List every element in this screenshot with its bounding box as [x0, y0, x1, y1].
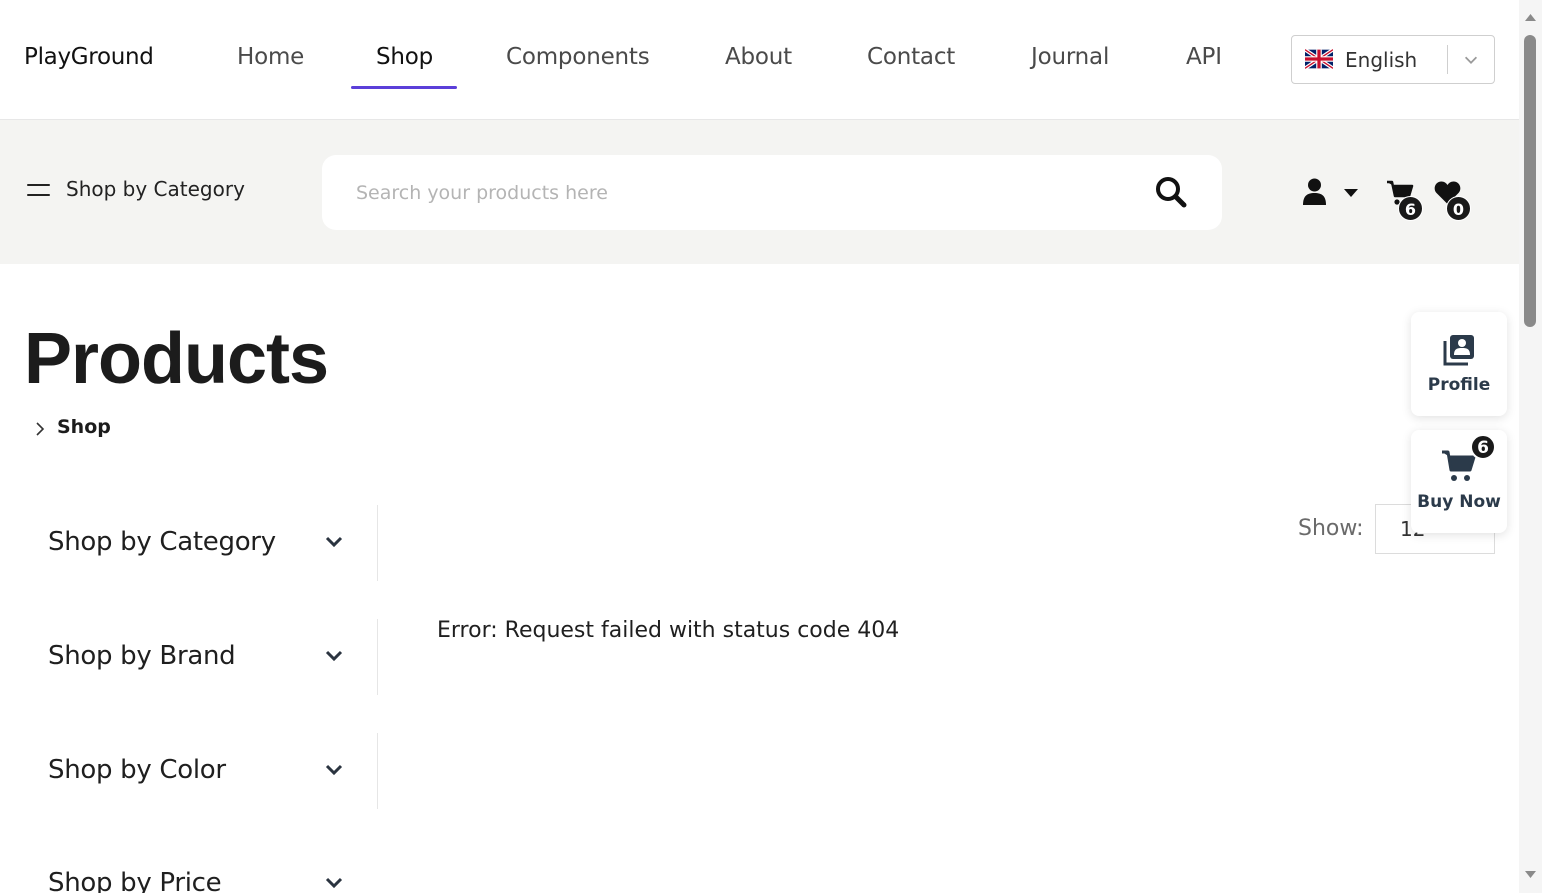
vertical-scrollbar[interactable] [1519, 0, 1542, 893]
nav-about[interactable]: About [725, 44, 792, 70]
nav-home[interactable]: Home [237, 44, 304, 70]
chevron-down-icon [325, 877, 343, 889]
caret-down-icon [1344, 189, 1358, 197]
wishlist-button[interactable]: 0 [1433, 176, 1475, 226]
page-title: Products [24, 319, 329, 399]
scrollbar-thumb[interactable] [1524, 35, 1536, 327]
account-menu-button[interactable] [1302, 178, 1364, 208]
profile-float-label: Profile [1427, 375, 1491, 395]
profile-float-button[interactable]: Profile [1411, 312, 1507, 416]
cart-button[interactable]: 6 [1386, 176, 1426, 226]
chevron-down-icon [325, 764, 343, 776]
search-input[interactable] [356, 175, 1136, 211]
filter-category[interactable]: Shop by Category [48, 505, 378, 581]
scroll-down-arrow-icon[interactable] [1524, 870, 1537, 880]
uk-flag-icon [1305, 49, 1333, 69]
scroll-up-arrow-icon[interactable] [1524, 12, 1537, 22]
search-box [322, 155, 1222, 230]
profile-icon [1443, 335, 1474, 366]
filter-brand[interactable]: Shop by Brand [48, 619, 378, 695]
search-band: Shop by Category 6 [0, 120, 1519, 264]
nav-shop[interactable]: Shop [376, 44, 433, 70]
category-toggle-label: Shop by Category [66, 177, 245, 201]
hamburger-icon [27, 184, 51, 198]
filter-price-label: Shop by Price [48, 868, 222, 893]
language-divider [1447, 45, 1448, 74]
filter-category-label: Shop by Category [48, 527, 276, 557]
chevron-right-icon [36, 422, 45, 436]
top-navbar: PlayGround Home Shop Components About Co… [0, 0, 1519, 120]
error-message: Error: Request failed with status code 4… [437, 618, 900, 643]
filter-brand-label: Shop by Brand [48, 641, 236, 671]
buy-now-float-label: Buy Now [1417, 492, 1501, 512]
filter-price[interactable]: Shop by Price [48, 846, 378, 893]
show-count-label: Show: [1298, 516, 1364, 541]
breadcrumb-current[interactable]: Shop [57, 416, 111, 438]
search-icon[interactable] [1154, 175, 1188, 209]
language-label: English [1345, 48, 1418, 72]
cart-count-badge: 6 [1398, 196, 1423, 221]
nav-journal[interactable]: Journal [1031, 44, 1109, 70]
nav-api[interactable]: API [1186, 44, 1222, 70]
brand-logo[interactable]: PlayGround [24, 44, 154, 70]
buy-now-float-button[interactable]: 6 Buy Now [1411, 430, 1507, 533]
filter-color-label: Shop by Color [48, 755, 226, 785]
chevron-down-icon [325, 650, 343, 662]
nav-components[interactable]: Components [506, 44, 650, 70]
wishlist-count-badge: 0 [1446, 196, 1471, 221]
nav-active-indicator [351, 86, 457, 89]
user-icon [1303, 178, 1326, 205]
chevron-down-icon [1464, 56, 1478, 64]
chevron-down-icon [325, 536, 343, 548]
page-viewport: PlayGround Home Shop Components About Co… [0, 0, 1519, 893]
filter-color[interactable]: Shop by Color [48, 733, 378, 809]
buy-now-count-badge: 6 [1470, 434, 1496, 460]
language-select[interactable]: English [1291, 35, 1495, 84]
nav-contact[interactable]: Contact [867, 44, 955, 70]
